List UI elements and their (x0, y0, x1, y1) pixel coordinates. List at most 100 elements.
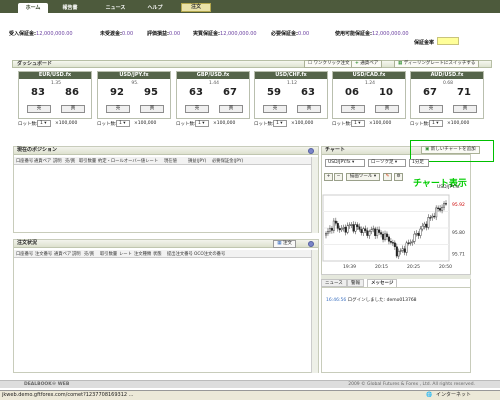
lot-multiplier: ×100,000 (447, 121, 470, 126)
sell-button[interactable]: 売 (106, 105, 130, 113)
status-zone: インターネット (436, 392, 472, 398)
orders-column-header[interactable]: 売/買 (84, 251, 94, 257)
tab-news[interactable]: ニュース (98, 3, 133, 13)
tab-reports[interactable]: 報告書 (55, 3, 85, 13)
chart-type-select[interactable]: ローソク足 ▾ (368, 159, 406, 167)
positions-column-header[interactable]: 通貨ペア (34, 158, 51, 164)
bid-price: 67 (423, 87, 437, 98)
margin-rate-label: 保証金率 (414, 40, 435, 46)
orders-scrollbar[interactable] (311, 250, 318, 373)
draw-tool-button[interactable]: 描画ツール ▾ (346, 173, 380, 181)
candle-body (421, 225, 424, 230)
candle-body (324, 232, 327, 236)
candle-body (378, 229, 381, 233)
top-nav: ホーム 報告書 ニュース ヘルプ 注文 (0, 0, 500, 13)
candle-body (439, 208, 442, 211)
one-click-order-checkbox[interactable]: ☐ ワンクリック注文 (304, 60, 354, 68)
tab-alerts[interactable]: 警報 (347, 279, 364, 287)
lot-select[interactable]: 1 ▾ (37, 120, 51, 127)
candle-body (415, 233, 418, 235)
candle-body (342, 226, 345, 229)
buy-button[interactable]: 買 (375, 105, 399, 113)
order-notice-badge[interactable]: 注文 (181, 3, 211, 12)
sell-button[interactable]: 売 (341, 105, 365, 113)
positions-column-header[interactable]: 説明 (53, 158, 62, 164)
tab-home[interactable]: ホーム (18, 3, 48, 13)
orders-button[interactable]: ▦ 注文 (273, 240, 296, 248)
lot-select[interactable]: 1 ▾ (351, 120, 365, 127)
buy-button[interactable]: 買 (453, 105, 477, 113)
buy-button[interactable]: 買 (61, 105, 85, 113)
currency-pair-button[interactable]: + 通貨ペア (351, 60, 383, 68)
candle-body (433, 215, 436, 218)
lot-select[interactable]: 1 ▾ (116, 120, 130, 127)
orders-refresh-icon[interactable] (308, 241, 314, 247)
switch-dealing-rate-button[interactable]: ▦ ディーリングレートにスイッチする (394, 60, 480, 68)
sell-button[interactable]: 売 (419, 105, 443, 113)
chart-pair-select[interactable]: USD/JPY.fx ▾ (325, 159, 365, 167)
sell-button[interactable]: 売 (27, 105, 51, 113)
orders-column-header[interactable]: レート (119, 251, 132, 257)
tab-news-right[interactable]: ニュース (321, 279, 347, 287)
margin-valuation-pl: 評価損益:0.00 (147, 31, 181, 37)
positions-column-header[interactable]: 取引数量 (79, 158, 96, 164)
candlestick-chart[interactable]: 95.80 95.71 95.92 19:39 20:15 20:25 20:50 (321, 191, 471, 274)
rate-card: USD/CHF.fx 1.12 59 63 売 買 (254, 71, 328, 119)
lot-select[interactable]: 1 ▾ (273, 120, 287, 127)
status-url: jkweb.demo.gftforex.com/comet?1237708169… (2, 392, 134, 398)
rate-card-pair: EUR/USD.fx (19, 72, 91, 79)
orders-column-header[interactable]: OCO注文の番号 (194, 251, 225, 257)
rate-card: USD/CAD.fx 1.24 06 10 売 買 (332, 71, 406, 119)
candle-body (425, 223, 428, 228)
chart-x-tick: 20:50 (439, 264, 452, 270)
chart-interval-select[interactable]: 1分足 (409, 159, 429, 167)
positions-scrollbar[interactable] (311, 157, 318, 233)
orders-column-header[interactable]: 注文番号 (35, 251, 52, 257)
orders-column-header[interactable]: 提出注文番号 (167, 251, 193, 257)
margin-unsettled: 未受渡金:0.00 (100, 31, 134, 37)
sell-button[interactable]: 売 (185, 105, 209, 113)
positions-column-header[interactable]: 必要保証金(JPY) (212, 158, 243, 164)
tab-help[interactable]: ヘルプ (138, 3, 172, 13)
candle-body (403, 248, 406, 253)
orders-column-header[interactable]: 口座番号 (16, 251, 33, 257)
margin-effective: 実質保証金:12,000,000.00 (193, 31, 257, 37)
positions-column-header[interactable]: 約定・ロールオーバー値レート (98, 158, 158, 164)
ask-price: 95 (144, 87, 158, 98)
orders-column-header[interactable]: 取引数量 (100, 251, 117, 257)
chart-symbol-label: USD/JPY.fx (437, 185, 460, 190)
lot-select[interactable]: 1 ▾ (429, 120, 443, 127)
rate-card-pair: USD/CAD.fx (333, 72, 405, 79)
buy-button[interactable]: 買 (140, 105, 164, 113)
positions-refresh-icon[interactable] (308, 148, 314, 154)
orders-column-header[interactable]: 通貨ペア (54, 251, 71, 257)
candle-body (336, 223, 339, 229)
orders-column-header[interactable]: 説明 (72, 251, 81, 257)
settings-icon[interactable]: ⚙ (394, 173, 403, 181)
positions-column-header[interactable]: 口座番号 (16, 158, 33, 164)
positions-column-header[interactable]: 現在値 (164, 158, 177, 164)
zoom-in-icon[interactable]: + (324, 173, 333, 181)
lot-row: ロット数: 1 ▾ ×100,000 (97, 120, 171, 128)
buy-button[interactable]: 買 (297, 105, 321, 113)
tab-messages[interactable]: メッセージ (367, 279, 398, 287)
zoom-out-icon[interactable]: − (334, 173, 343, 181)
lot-select[interactable]: 1 ▾ (195, 120, 209, 127)
orders-column-header[interactable]: 注文種類 (134, 251, 151, 257)
pen-icon[interactable]: ✎ (383, 173, 392, 181)
orders-panel: 注文状況 ▦ 注文 口座番号 注文番号 通貨ペア 説明 売/買 取引数量 レート 注文種類 状態… (13, 239, 319, 373)
sell-button[interactable]: 売 (263, 105, 287, 113)
positions-column-header[interactable]: 損益(JPY) (188, 158, 206, 164)
rate-card-spread: 1.35 (50, 81, 62, 86)
rate-card: EUR/USD.fx 1.35 83 86 売 買 (18, 71, 92, 119)
buy-button[interactable]: 買 (219, 105, 243, 113)
positions-column-header[interactable]: 売/買 (65, 158, 75, 164)
message-time: 16:46:56 (326, 298, 347, 303)
candle-body (385, 233, 388, 238)
candle-body (354, 224, 357, 232)
internet-zone-icon: 🌐 (426, 392, 433, 398)
rate-card: USD/JPY.fx 95. 92 95 売 買 (97, 71, 171, 119)
orders-column-header[interactable]: 状態 (153, 251, 162, 257)
candle-body (368, 231, 371, 236)
candle-body (346, 225, 349, 233)
